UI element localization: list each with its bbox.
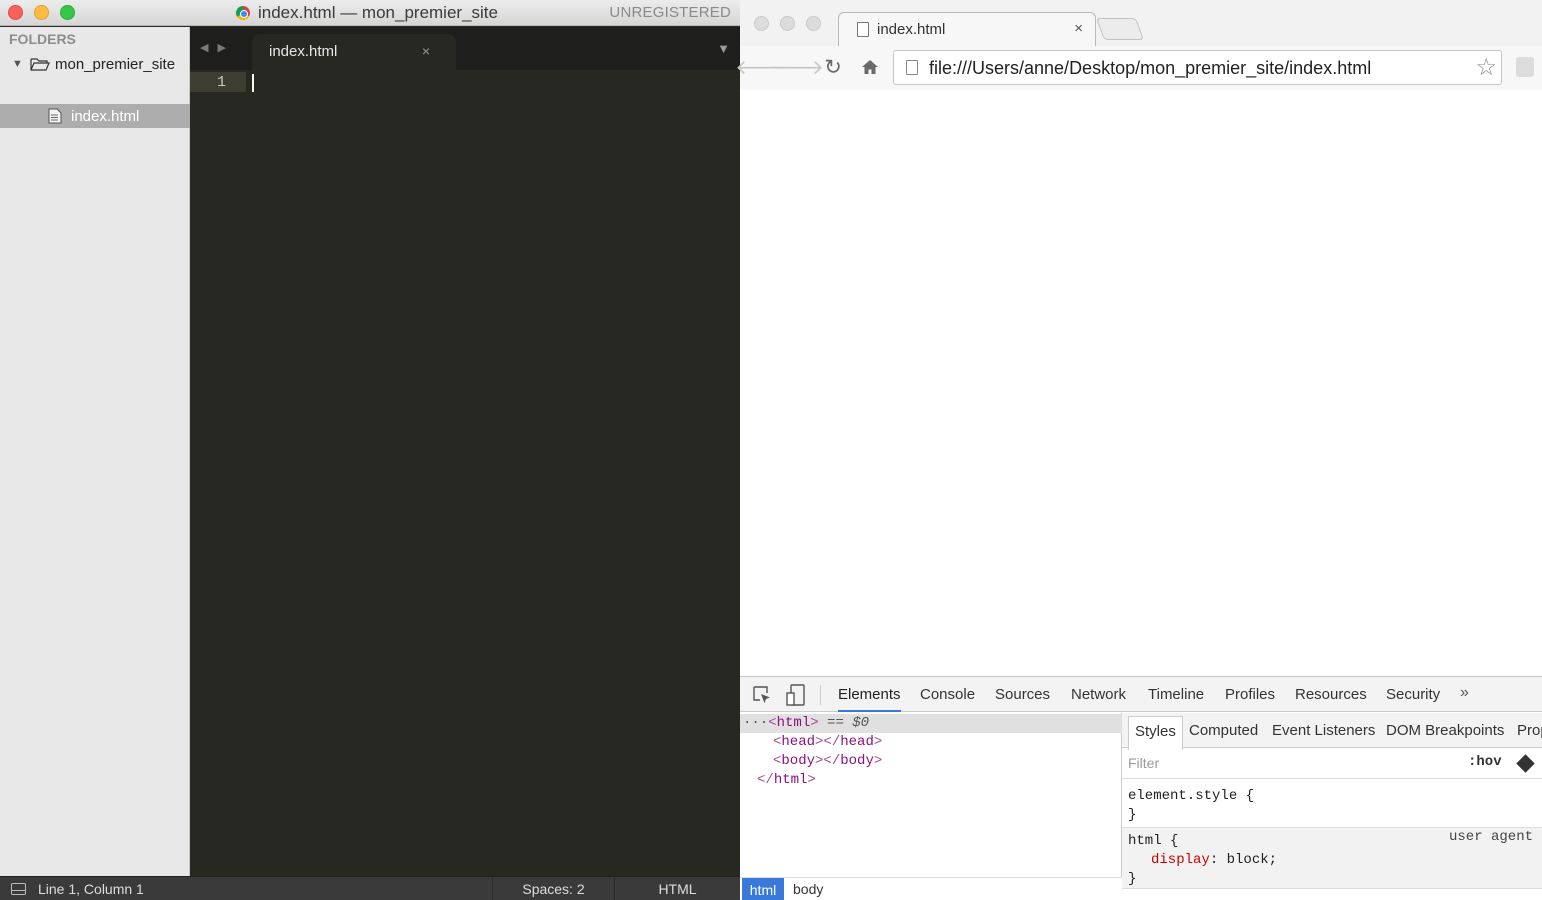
more-tabs-chevron-icon[interactable]: » — [1460, 684, 1469, 702]
dom-node-html[interactable]: ···<html> == $0 — [743, 715, 869, 731]
css-rule-close-brace: } — [1128, 807, 1137, 823]
window-title-group: index.html — mon_premier_site — [236, 3, 498, 23]
css-rule-element-style[interactable]: element.style { — [1128, 788, 1254, 804]
devtools-panel: Elements Console Sources Network Timelin… — [740, 676, 1542, 900]
editor-tab-index-html[interactable]: index.html × — [252, 34, 456, 70]
styles-tab-dom-breakpoints[interactable]: DOM Breakpoints — [1386, 713, 1504, 748]
folder-name: mon_premier_site — [55, 55, 176, 73]
devtools-tab-network[interactable]: Network — [1071, 677, 1126, 712]
css-property-value: block; — [1218, 852, 1278, 868]
tab-list-dropdown-icon[interactable]: ▼ — [717, 41, 730, 56]
css-declaration[interactable]: display: block; — [1151, 852, 1277, 868]
devtools-tab-resources[interactable]: Resources — [1295, 677, 1367, 712]
devtools-tab-profiles[interactable]: Profiles — [1225, 677, 1275, 712]
breadcrumb-html[interactable]: html — [742, 878, 784, 900]
styles-tab-bar: Styles Computed Event Listeners DOM Brea… — [1122, 713, 1542, 750]
close-icon[interactable]: × — [422, 43, 430, 59]
devtools-tab-console[interactable]: Console — [920, 677, 975, 712]
dom-node-html-close[interactable]: </html> — [757, 772, 816, 788]
toolbar-divider — [820, 685, 821, 705]
page-icon — [857, 22, 869, 37]
cursor-position: Line 1, Column 1 — [38, 881, 144, 897]
bookmark-star-icon[interactable]: ☆ — [1475, 53, 1497, 82]
editor-tab-bar: ◀▶ index.html × ▼ — [190, 27, 740, 70]
sublime-window: index.html — mon_premier_site UNREGISTER… — [0, 0, 740, 900]
chrome-window: index.html × 🡐 🡒 ↻ file:///Users/anne/De… — [735, 0, 1542, 900]
editor-area[interactable]: ◀▶ index.html × ▼ 1 — [190, 27, 740, 876]
address-url[interactable]: file:///Users/anne/Desktop/mon_premier_s… — [929, 58, 1371, 79]
chrome-document-icon — [236, 6, 250, 20]
selected-node-marker: == $0 — [827, 715, 870, 731]
devtools-tab-sources[interactable]: Sources — [995, 677, 1050, 712]
dom-node-head[interactable]: <head></head> — [773, 734, 882, 750]
page-viewport[interactable] — [740, 90, 1542, 676]
file-icon — [48, 108, 62, 124]
close-window-button[interactable] — [754, 16, 769, 31]
text-caret — [252, 74, 254, 92]
user-agent-label: user agent — [1448, 829, 1533, 845]
close-window-button[interactable] — [8, 5, 23, 20]
page-icon — [906, 60, 918, 75]
devtools-tab-security[interactable]: Security — [1386, 677, 1440, 712]
browser-tab-label: index.html — [877, 21, 946, 38]
open-folder-icon — [30, 57, 50, 71]
address-bar[interactable]: file:///Users/anne/Desktop/mon_premier_s… — [893, 50, 1502, 85]
chrome-frame: index.html × 🡐 🡒 ↻ file:///Users/anne/De… — [735, 0, 1542, 90]
styles-tab-computed[interactable]: Computed — [1189, 713, 1258, 748]
zoom-window-button[interactable] — [60, 5, 75, 20]
disclosure-triangle-icon[interactable]: ▼ — [12, 58, 24, 70]
css-property-name: display — [1151, 852, 1210, 868]
css-rule-close-brace: } — [1128, 871, 1137, 887]
zoom-window-button[interactable] — [806, 16, 821, 31]
extension-icon[interactable] — [1516, 57, 1534, 77]
styles-tab-styles[interactable]: Styles — [1128, 716, 1183, 750]
sublime-titlebar: index.html — mon_premier_site UNREGISTER… — [0, 0, 740, 26]
devtools-tab-timeline[interactable]: Timeline — [1148, 677, 1204, 712]
indentation-selector[interactable]: Spaces: 2 — [492, 877, 614, 900]
dom-node-body[interactable]: <body></body> — [773, 753, 882, 769]
editor-tab-label: index.html — [269, 43, 338, 60]
file-name: index.html — [71, 107, 140, 125]
panel-toggle-icon[interactable] — [11, 883, 26, 895]
minimize-window-button[interactable] — [780, 16, 795, 31]
elements-dom-tree[interactable]: ···<html> == $0 <head></head> <body></bo… — [740, 713, 1122, 900]
devtools-tab-bar: Elements Console Sources Network Timelin… — [740, 677, 1542, 712]
devtools-tab-elements[interactable]: Elements — [838, 677, 901, 712]
filter-placeholder: Filter — [1128, 755, 1160, 771]
sidebar-file-item[interactable]: index.html — [0, 104, 190, 128]
styles-filter-input[interactable]: Filter :hov — [1122, 749, 1542, 779]
hover-state-toggle[interactable]: :hov — [1468, 754, 1502, 770]
forward-arrow-icon[interactable]: 🡒 — [770, 54, 824, 80]
close-icon[interactable]: × — [1074, 20, 1083, 37]
syntax-selector[interactable]: HTML — [614, 877, 740, 900]
css-colon: : — [1209, 852, 1219, 868]
line-number: 1 — [217, 74, 227, 91]
unregistered-label: UNREGISTERED — [609, 4, 731, 21]
styles-tab-event-listeners[interactable]: Event Listeners — [1272, 713, 1375, 748]
status-bar: Line 1, Column 1 Spaces: 2 HTML — [0, 876, 740, 900]
device-mode-icon[interactable] — [786, 684, 806, 706]
tab-nav-arrows-icon[interactable]: ◀▶ — [200, 41, 235, 54]
browser-tab-index-html[interactable]: index.html × — [838, 12, 1096, 46]
reload-icon[interactable]: ↻ — [820, 54, 846, 80]
breadcrumb-body[interactable]: body — [793, 881, 823, 897]
window-title: index.html — mon_premier_site — [258, 3, 498, 22]
color-format-icon[interactable] — [1516, 754, 1535, 773]
dom-breadcrumb: html body — [740, 877, 1122, 900]
sidebar: FOLDERS ▼ mon_premier_site index.html — [0, 27, 190, 876]
css-rule-html-selector[interactable]: html { — [1128, 833, 1178, 849]
home-icon[interactable] — [857, 54, 883, 80]
styles-sidebar: Styles Computed Event Listeners DOM Brea… — [1122, 713, 1542, 900]
styles-tab-properties[interactable]: Prop — [1517, 713, 1542, 748]
new-tab-button[interactable] — [1095, 18, 1145, 40]
sidebar-folder-item[interactable]: ▼ mon_premier_site — [0, 53, 190, 75]
folders-header: FOLDERS — [9, 31, 76, 47]
inspect-element-icon[interactable] — [752, 685, 772, 705]
browser-toolbar: 🡐 🡒 ↻ file:///Users/anne/Desktop/mon_pre… — [735, 46, 1542, 90]
minimize-window-button[interactable] — [34, 5, 49, 20]
